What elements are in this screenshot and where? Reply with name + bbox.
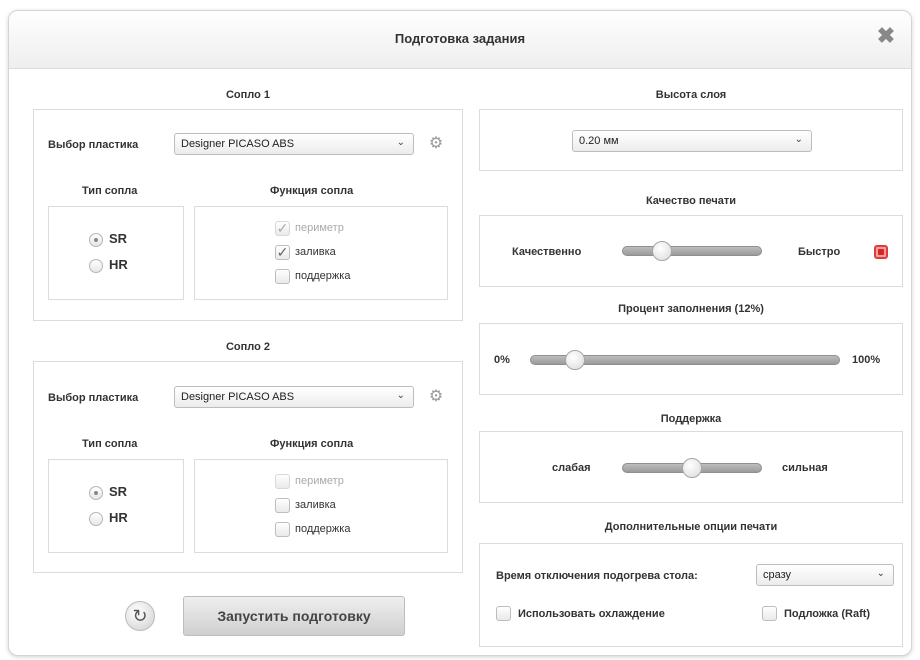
fill-max-label: 100% xyxy=(852,354,881,366)
nozzle2-support-checkbox[interactable] xyxy=(275,522,290,537)
layer-panel: 0.20 мм ⌄ xyxy=(479,109,903,171)
close-icon[interactable]: ✖ xyxy=(875,25,897,47)
layer-title: Высота слоя xyxy=(655,89,727,101)
nozzle2-fill-label: заливка xyxy=(295,499,336,511)
nozzle2-perimeter-label: периметр xyxy=(295,475,344,487)
nozzle1-support-checkbox[interactable] xyxy=(275,269,290,284)
title-bar: Подготовка задания ✖ xyxy=(9,11,911,69)
chevron-down-icon: ⌄ xyxy=(876,568,885,579)
support-right-label: сильная xyxy=(782,462,828,474)
raft-checkbox[interactable] xyxy=(762,606,777,621)
nozzle2-plastic-value: Designer PICASO ABS xyxy=(181,391,295,403)
nozzle1-type-group: SR HR xyxy=(48,206,184,300)
quality-right-label: Быстро xyxy=(798,246,841,258)
nozzle2-type-sr-label: SR xyxy=(109,484,128,499)
bed-off-value: сразу xyxy=(763,569,792,581)
nozzle1-function-group: ✓ периметр ✓ заливка поддержка xyxy=(194,206,448,300)
nozzle1-type-hr-radio[interactable] xyxy=(89,259,103,273)
fill-panel: 0% 100% xyxy=(479,323,903,395)
cooling-checkbox[interactable] xyxy=(496,606,511,621)
nozzle2-type-sr-radio[interactable] xyxy=(89,486,103,500)
start-preparation-button[interactable]: Запустить подготовку xyxy=(183,596,405,636)
nozzle1-type-title: Тип сопла xyxy=(82,185,138,197)
layer-height-select[interactable]: 0.20 мм ⌄ xyxy=(572,130,812,152)
nozzle2-support-label: поддержка xyxy=(295,523,351,535)
bed-off-label: Время отключения подогрева стола: xyxy=(496,570,698,582)
nozzle1-panel: Выбор пластика Designer PICASO ABS ⌄ ⚙ Т… xyxy=(33,109,463,321)
layer-height-value: 0.20 мм xyxy=(579,135,619,147)
nozzle2-type-title: Тип сопла xyxy=(82,438,138,450)
nozzle2-type-group: SR HR xyxy=(48,459,184,553)
nozzle1-title: Сопло 1 xyxy=(225,89,271,101)
nozzle1-plastic-value: Designer PICASO ABS xyxy=(181,138,295,150)
nozzle1-func-title: Функция сопла xyxy=(270,185,354,197)
nozzle1-plastic-label: Выбор пластика xyxy=(48,139,139,151)
nozzle1-perimeter-checkbox: ✓ xyxy=(275,220,290,236)
nozzle2-type-hr-label: HR xyxy=(109,510,128,525)
refresh-icon[interactable]: ↻ xyxy=(125,601,155,631)
support-panel: слабая сильная xyxy=(479,431,903,503)
fill-min-label: 0% xyxy=(494,354,510,366)
nozzle2-type-hr-radio[interactable] xyxy=(89,512,103,526)
nozzle2-plastic-select[interactable]: Designer PICASO ABS ⌄ xyxy=(174,386,414,408)
nozzle1-type-hr-label: HR xyxy=(109,257,128,272)
nozzle1-support-label: поддержка xyxy=(295,270,351,282)
gear-icon[interactable]: ⚙ xyxy=(428,389,444,405)
job-preparation-dialog: Подготовка задания ✖ Сопло 1 Выбор пласт… xyxy=(8,10,912,656)
fill-title: Процент заполнения (12%) xyxy=(618,303,764,315)
extra-title: Дополнительные опции печати xyxy=(604,521,778,533)
dialog-title: Подготовка задания xyxy=(394,31,526,46)
fill-slider-knob[interactable] xyxy=(564,350,585,370)
chevron-down-icon: ⌄ xyxy=(396,390,405,401)
cooling-label: Использовать охлаждение xyxy=(518,608,665,620)
fast-mode-icon[interactable] xyxy=(874,245,888,259)
quality-title: Качество печати xyxy=(645,195,737,207)
chevron-down-icon: ⌄ xyxy=(396,137,405,148)
quality-left-label: Качественно xyxy=(512,246,582,258)
raft-label: Подложка (Raft) xyxy=(784,608,871,620)
nozzle2-perimeter-checkbox xyxy=(275,474,290,489)
quality-slider-knob[interactable] xyxy=(652,241,672,261)
nozzle1-type-sr-label: SR xyxy=(109,231,128,246)
nozzle1-fill-checkbox[interactable]: ✓ xyxy=(275,245,290,260)
support-left-label: слабая xyxy=(552,462,591,474)
nozzle2-func-title: Функция сопла xyxy=(270,438,354,450)
gear-icon[interactable]: ⚙ xyxy=(428,136,444,152)
nozzle1-plastic-select[interactable]: Designer PICASO ABS ⌄ xyxy=(174,133,414,155)
nozzle2-panel: Выбор пластика Designer PICASO ABS ⌄ ⚙ Т… xyxy=(33,361,463,573)
nozzle1-fill-label: заливка xyxy=(295,246,336,258)
nozzle1-type-sr-radio[interactable] xyxy=(89,233,103,247)
nozzle2-plastic-label: Выбор пластика xyxy=(48,392,139,404)
quality-slider[interactable] xyxy=(622,246,762,256)
quality-panel: Качественно Быстро xyxy=(479,215,903,287)
support-title: Поддержка xyxy=(660,413,722,425)
nozzle2-title: Сопло 2 xyxy=(225,341,271,353)
nozzle1-perimeter-label: периметр xyxy=(295,222,344,234)
nozzle2-fill-checkbox[interactable] xyxy=(275,498,290,513)
chevron-down-icon: ⌄ xyxy=(794,134,803,145)
nozzle2-function-group: периметр заливка поддержка xyxy=(194,459,448,553)
support-slider-knob[interactable] xyxy=(682,458,702,478)
bed-off-select[interactable]: сразу ⌄ xyxy=(756,564,894,586)
extra-panel: Время отключения подогрева стола: сразу … xyxy=(479,543,903,647)
